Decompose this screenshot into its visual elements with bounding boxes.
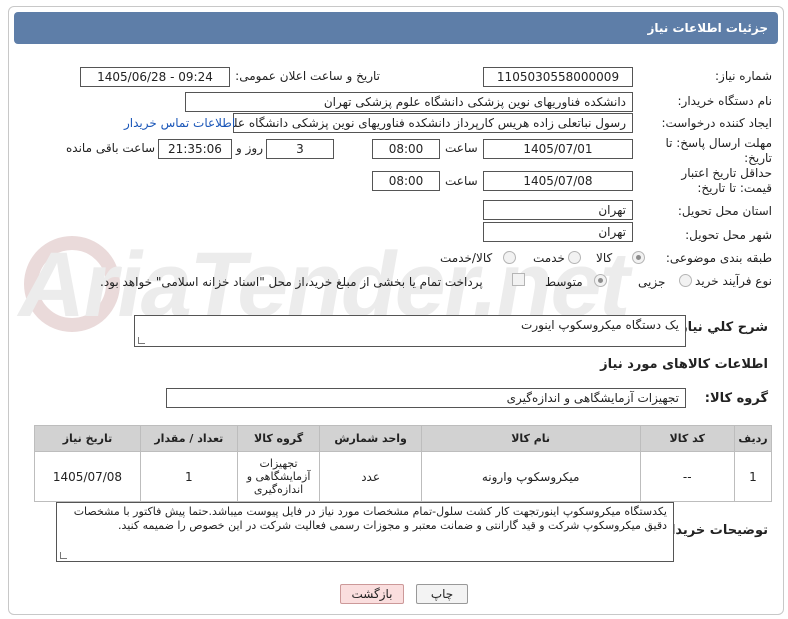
days-remaining-field[interactable]: 3 <box>266 139 334 159</box>
category-label: طبقه بندی موضوعی: <box>665 251 772 265</box>
table-row[interactable]: 1 -- میکروسکوپ وارونه عدد تجهیزات آزمایش… <box>34 451 773 502</box>
deadline-date-field[interactable]: 1405/07/01 <box>483 139 633 159</box>
goods-group-field[interactable]: تجهیزات آزمایشگاهی و اندازه‌گیری <box>166 388 686 408</box>
col-code: کد کالا <box>639 425 735 452</box>
cell-unit: عدد <box>319 451 422 502</box>
price-validity-label: حداقل تاریخ اعتبار قیمت: تا تاریخ: <box>681 166 772 195</box>
deadline-time-field[interactable]: 08:00 <box>372 139 440 159</box>
process-minor-radio[interactable] <box>679 274 692 287</box>
buyer-contact-link[interactable]: اطلاعات تماس خریدار <box>124 116 235 130</box>
remaining-label: ساعت باقی مانده <box>66 141 156 155</box>
requester-label: ایجاد کننده درخواست: <box>661 116 772 130</box>
col-unit: واحد شمارش <box>319 425 422 452</box>
resize-handle[interactable] <box>60 552 67 559</box>
description-text: یک دستگاه میکروسکوپ اینورت <box>521 318 679 332</box>
buyer-org-label: نام دستگاه خریدار: <box>677 94 773 108</box>
buyer-org-field[interactable]: دانشکده فناوریهای نوین پزشکی دانشگاه علو… <box>185 92 633 112</box>
announce-label: تاریخ و ساعت اعلان عمومی: <box>235 69 380 83</box>
category-goods-service-label: کالا/خدمت <box>440 251 493 265</box>
col-group: گروه کالا <box>236 425 321 452</box>
category-service-label: خدمت <box>533 251 565 265</box>
city-label: شهر محل تحویل: <box>685 228 772 242</box>
province-label: استان محل تحویل: <box>677 204 772 218</box>
remaining-time-field[interactable]: 21:35:06 <box>158 139 232 159</box>
buyer-notes-label: توضیحات خریدار: <box>658 523 768 538</box>
city-field[interactable]: تهران <box>483 222 633 242</box>
price-time-field[interactable]: 08:00 <box>372 171 440 191</box>
treasury-payment-checkbox[interactable] <box>512 273 525 286</box>
print-button[interactable]: چاپ <box>416 584 468 604</box>
col-qty: تعداد / مقدار <box>139 425 238 452</box>
category-service-radio[interactable] <box>568 251 581 264</box>
cell-group: تجهیزات آزمایشگاهی و اندازه‌گیری <box>236 451 321 502</box>
buyer-notes-textarea[interactable]: یکدستگاه میکروسکوپ اینورتجهت کار کشت سلو… <box>56 502 674 562</box>
cell-code: -- <box>639 451 735 502</box>
days-label: روز و <box>236 141 263 155</box>
goods-table: ردیف کد کالا نام کالا واحد شمارش گروه کا… <box>34 425 773 502</box>
panel-header: جزئیات اطلاعات نیاز <box>14 12 778 44</box>
col-date: تاریخ نیاز <box>34 425 141 452</box>
back-button[interactable]: بازگشت <box>340 584 404 604</box>
price-date-field[interactable]: 1405/07/08 <box>483 171 633 191</box>
cell-name: میکروسکوپ وارونه <box>420 451 641 502</box>
process-medium-label: متوسط <box>545 275 583 289</box>
cell-qty: 1 <box>139 451 238 502</box>
goods-table-header: ردیف کد کالا نام کالا واحد شمارش گروه کا… <box>34 425 773 452</box>
province-field[interactable]: تهران <box>483 200 633 220</box>
requester-field[interactable]: رسول نباتعلی زاده هریس کارپرداز دانشکده … <box>233 113 633 133</box>
deadline-time-label: ساعت <box>445 141 478 155</box>
goods-section-title: اطلاعات کالاهای مورد نیاز <box>600 357 768 372</box>
need-number-label: شماره نیاز: <box>715 69 772 83</box>
process-medium-radio[interactable] <box>594 274 607 287</box>
resize-handle[interactable] <box>138 337 145 344</box>
category-goods-radio[interactable] <box>632 251 645 264</box>
process-label: نوع فرآیند خرید : <box>687 274 772 288</box>
need-number-field[interactable]: 1105030558000009 <box>483 67 633 87</box>
price-time-label: ساعت <box>445 174 478 188</box>
buyer-notes-text: یکدستگاه میکروسکوپ اینورتجهت کار کشت سلو… <box>73 505 667 532</box>
category-goods-service-radio[interactable] <box>503 251 516 264</box>
description-label: شرح كلي نياز: <box>674 320 768 335</box>
cell-date: 1405/07/08 <box>34 451 141 502</box>
goods-group-label: گروه کالا: <box>704 391 768 406</box>
col-index: ردیف <box>733 425 773 452</box>
cell-index: 1 <box>733 451 773 502</box>
category-goods-label: کالا <box>596 251 613 265</box>
announce-field[interactable]: 1405/06/28 - 09:24 <box>80 67 230 87</box>
process-minor-label: جزیی <box>638 275 666 289</box>
col-name: نام کالا <box>420 425 641 452</box>
treasury-payment-text: پرداخت تمام یا بخشی از مبلغ خرید،از محل … <box>100 275 483 289</box>
description-textarea[interactable]: یک دستگاه میکروسکوپ اینورت <box>134 315 686 347</box>
deadline-label: مهلت ارسال پاسخ: تا تاریخ: <box>665 136 772 165</box>
